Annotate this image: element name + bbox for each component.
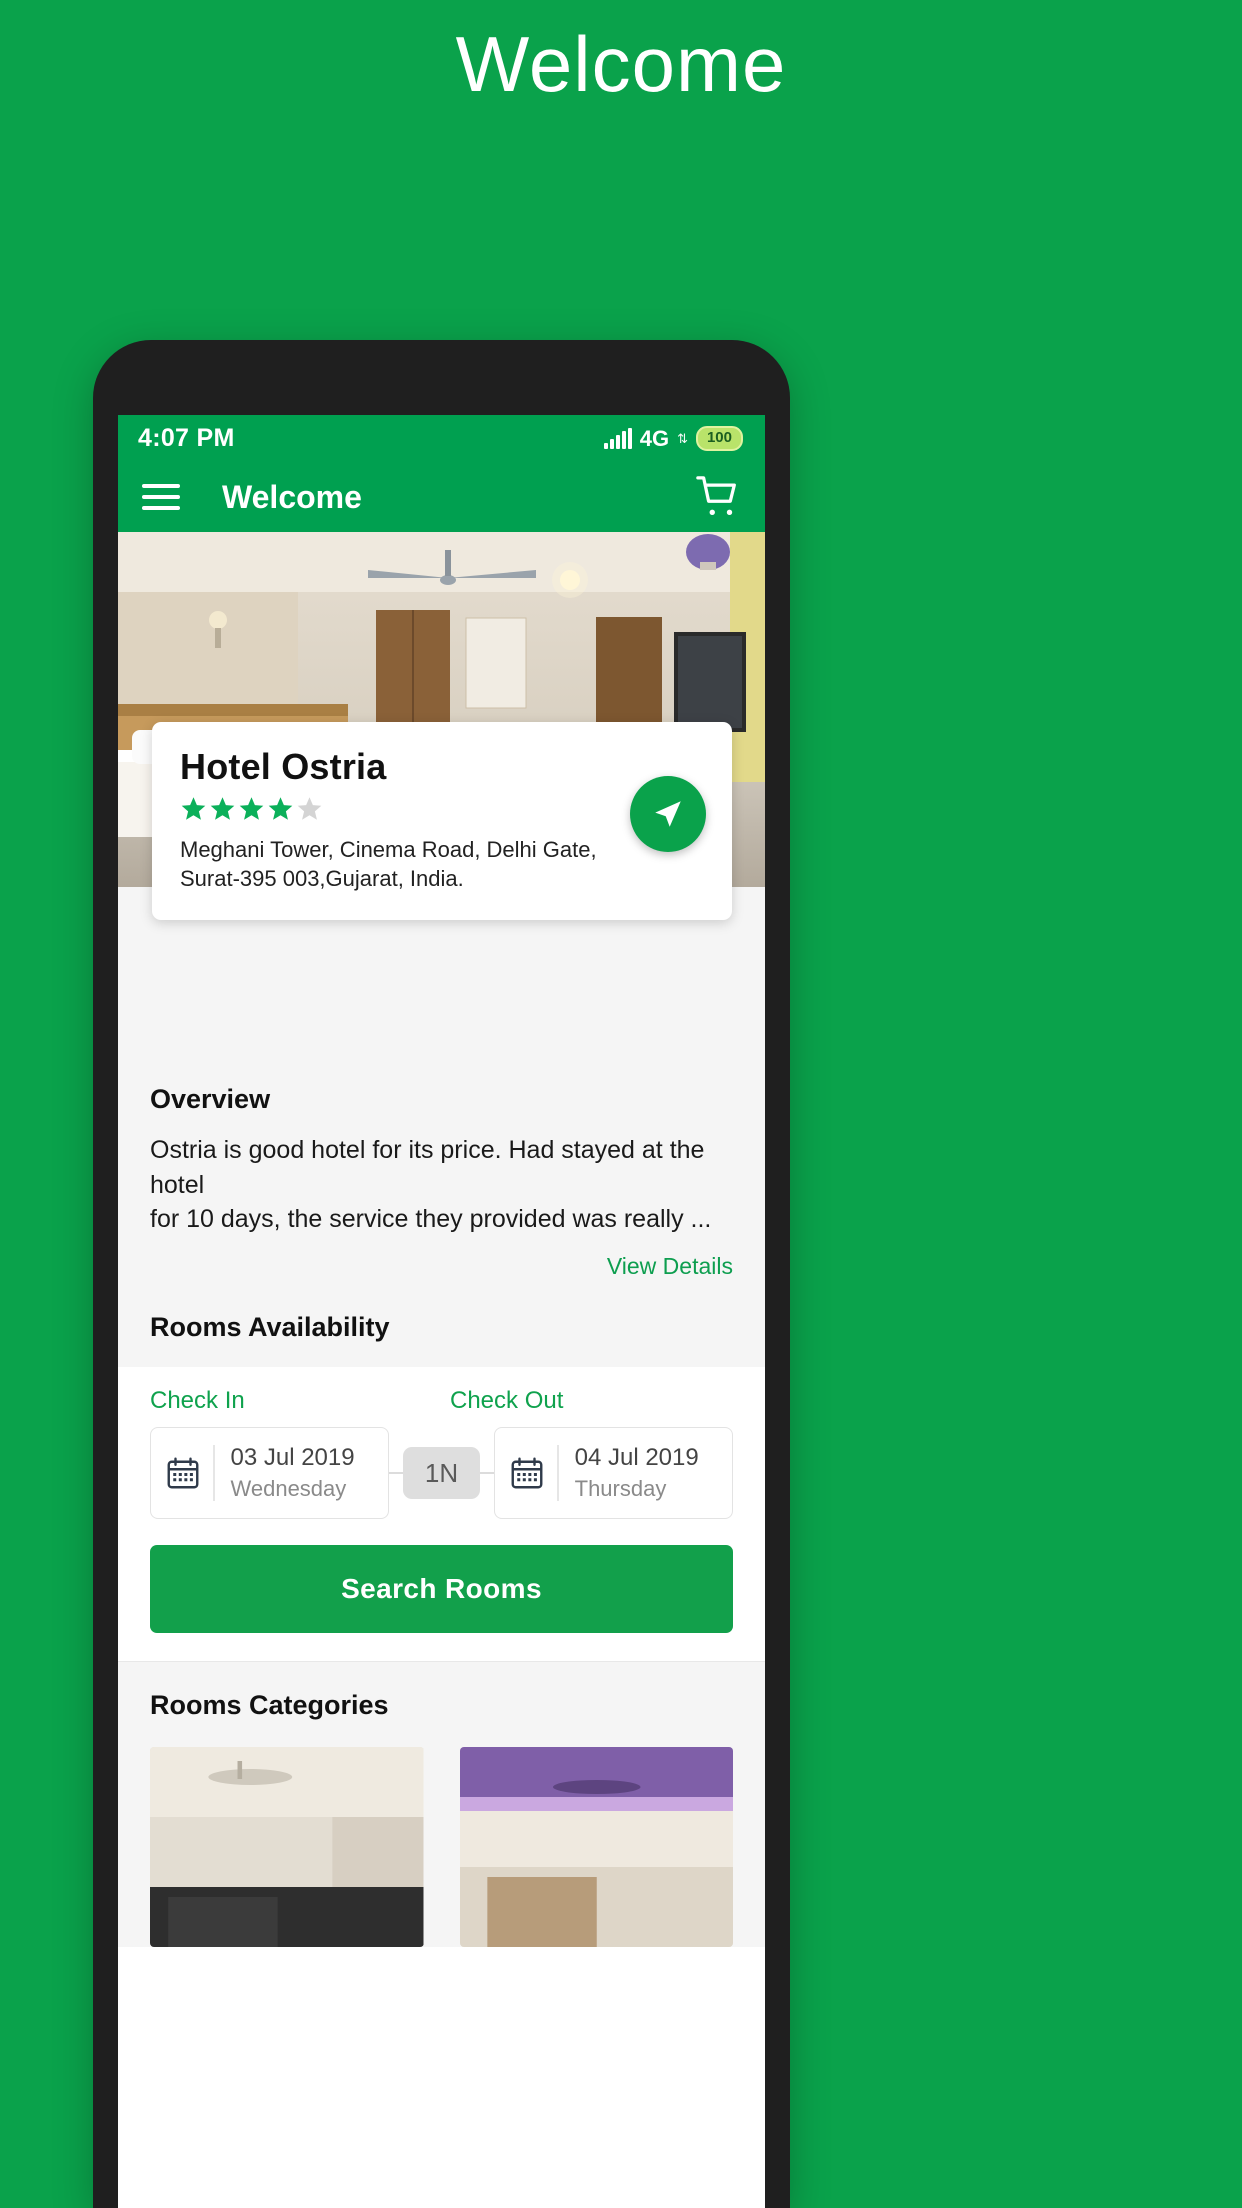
calendar-icon [167, 1457, 199, 1488]
view-details-link[interactable]: View Details [150, 1253, 733, 1298]
connector-dash-right [480, 1471, 495, 1474]
data-transfer-icon: ⇅ [677, 431, 688, 446]
network-type-label: 4G [639, 425, 670, 451]
date-picker-panel: Check In Check Out 03 Jul 2019 Wednesday… [118, 1366, 765, 1661]
panel-spacer [150, 1632, 733, 1661]
check-in-value: 03 Jul 2019 Wednesday [231, 1444, 355, 1502]
check-out-day: Thursday [574, 1475, 667, 1501]
room-category-card[interactable] [459, 1746, 733, 1947]
app-bar: Welcome [118, 462, 765, 532]
field-divider [557, 1444, 559, 1501]
phone-device-frame: 4:07 PM 4G ⇅ 100 Welcome Hotel Ostria Me… [93, 340, 790, 2208]
star-filled-icon [181, 797, 206, 820]
overview-heading: Overview [150, 1084, 271, 1114]
date-field-labels: Check In Check Out [150, 1387, 733, 1415]
nights-indicator: 1N [388, 1446, 495, 1499]
phone-screen: 4:07 PM 4G ⇅ 100 Welcome Hotel Ostria Me… [118, 415, 765, 2208]
shopping-cart-icon[interactable] [695, 474, 741, 520]
hotel-address-line-2: Surat-395 003,Gujarat, India. [180, 866, 464, 892]
check-in-label: Check In [150, 1386, 245, 1414]
check-out-label: Check Out [450, 1386, 564, 1414]
status-bar: 4:07 PM 4G ⇅ 100 [118, 415, 765, 462]
navigate-button[interactable] [630, 776, 706, 852]
search-rooms-button[interactable]: Search Rooms [150, 1544, 733, 1633]
navigation-arrow-icon [655, 801, 681, 827]
room-category-image [150, 1746, 424, 1947]
star-filled-icon [239, 797, 264, 820]
date-inputs-row: 03 Jul 2019 Wednesday 1N 04 Jul 2019 Thu… [150, 1426, 733, 1519]
rooms-categories-section: Rooms Categories [118, 1660, 765, 1947]
battery-indicator: 100 [695, 425, 743, 452]
signal-bars-icon [603, 427, 632, 449]
hamburger-menu-icon[interactable] [142, 477, 180, 517]
hotel-name: Hotel Ostria [180, 746, 387, 787]
app-bar-title: Welcome [222, 478, 362, 515]
calendar-icon [511, 1457, 543, 1488]
check-in-field[interactable]: 03 Jul 2019 Wednesday [150, 1426, 389, 1519]
overview-text-line-1: Ostria is good hotel for its price. Had … [150, 1136, 705, 1199]
field-divider [213, 1444, 215, 1501]
star-empty-icon [297, 797, 322, 820]
hotel-rating-stars [180, 795, 704, 822]
room-category-image [459, 1746, 733, 1947]
overview-section: Overview Ostria is good hotel for its pr… [118, 887, 765, 1298]
star-filled-icon [210, 797, 235, 820]
promo-title: Welcome [455, 20, 787, 108]
hotel-info-card[interactable]: Hotel Ostria Meghani Tower, Cinema Road,… [152, 722, 732, 920]
check-out-field[interactable]: 04 Jul 2019 Thursday [494, 1426, 733, 1519]
check-out-date: 04 Jul 2019 [574, 1443, 699, 1471]
hotel-address: Meghani Tower, Cinema Road, Delhi Gate, … [180, 835, 704, 894]
overview-text-line-2: for 10 days, the service they provided w… [150, 1205, 712, 1233]
hotel-address-line-1: Meghani Tower, Cinema Road, Delhi Gate, [180, 837, 597, 862]
check-in-date: 03 Jul 2019 [230, 1443, 355, 1471]
check-out-value: 04 Jul 2019 Thursday [575, 1444, 699, 1502]
overview-text: Ostria is good hotel for its price. Had … [150, 1133, 733, 1237]
connector-dash-left [388, 1471, 403, 1474]
rooms-categories-grid [150, 1746, 733, 1947]
rooms-availability-heading: Rooms Availability [150, 1311, 390, 1342]
rooms-availability-section: Rooms Availability [118, 1297, 765, 1367]
nights-badge: 1N [402, 1446, 481, 1499]
status-indicators: 4G ⇅ 100 [603, 425, 743, 452]
star-filled-icon [268, 797, 293, 820]
check-in-day: Wednesday [230, 1475, 347, 1501]
main-content: Hotel Ostria Meghani Tower, Cinema Road,… [118, 722, 765, 1947]
rooms-categories-heading: Rooms Categories [150, 1689, 389, 1720]
room-category-card[interactable] [150, 1746, 424, 1947]
status-time: 4:07 PM [138, 424, 235, 452]
